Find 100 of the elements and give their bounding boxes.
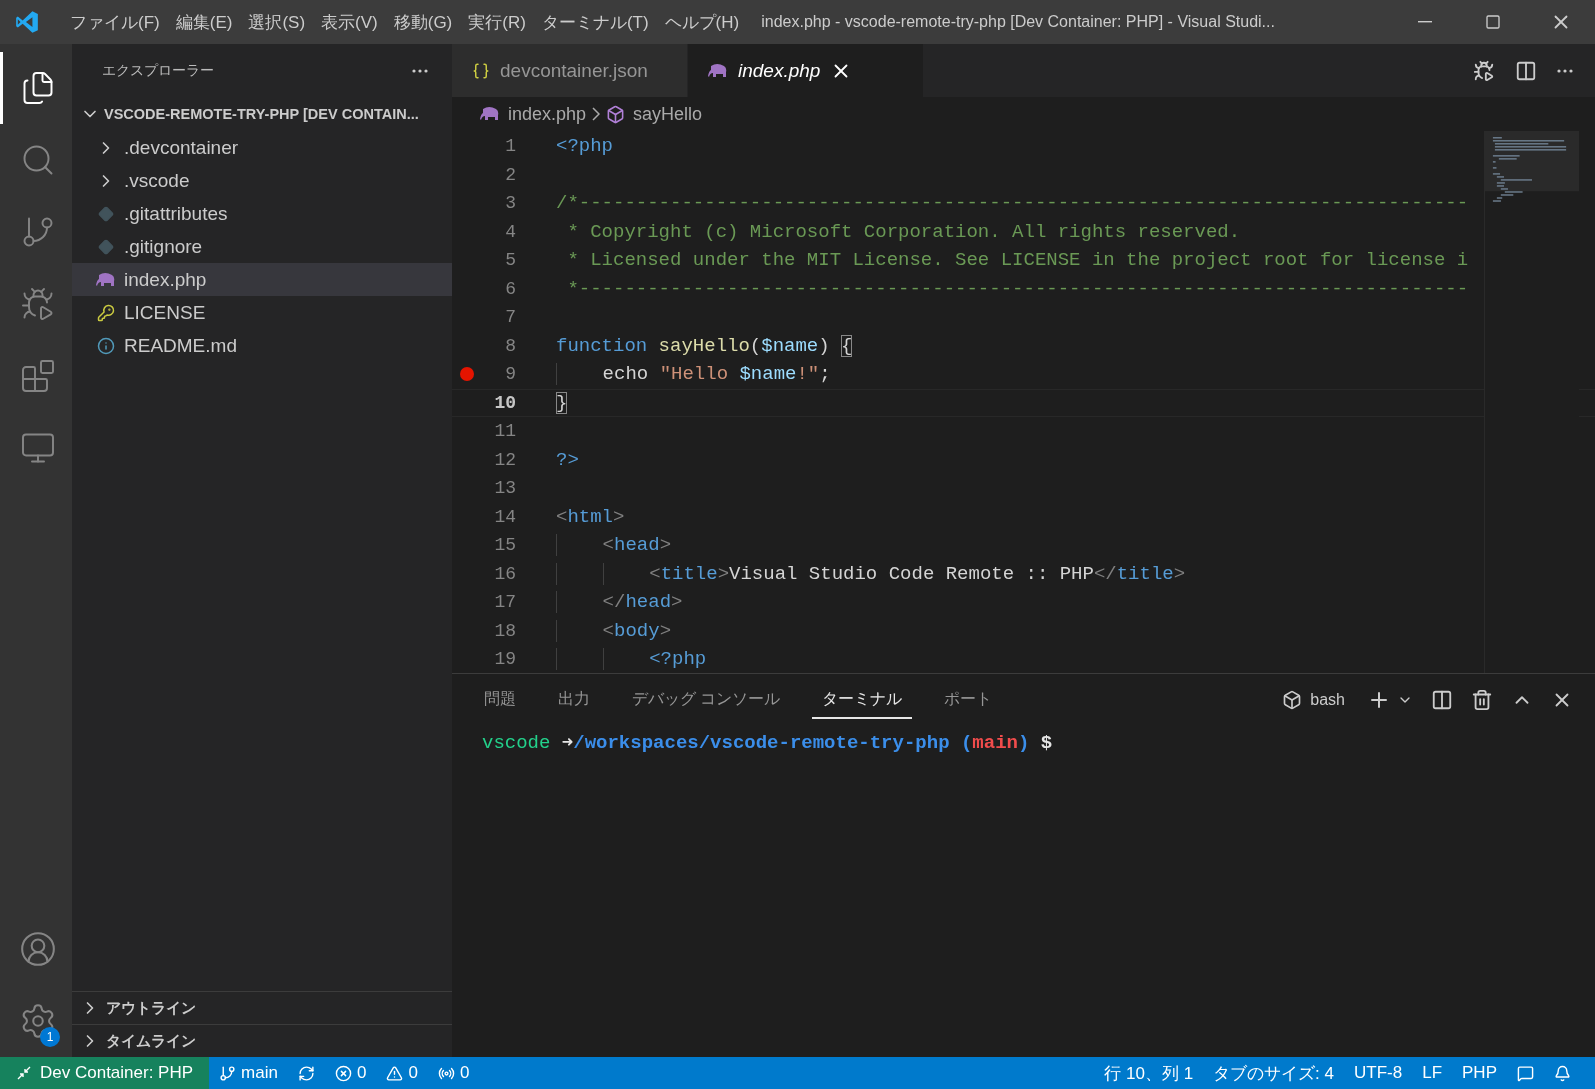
ellipsis-icon — [412, 68, 428, 73]
diamond-icon — [98, 238, 114, 255]
terminal-prompt: vscode ➜/workspaces/vscode-remote-try-php (main) $ — [482, 731, 1054, 754]
panel-tab[interactable]: ポート — [934, 681, 1003, 719]
line-number: 2 — [504, 164, 516, 185]
bug-play-icon — [1473, 59, 1495, 82]
code-text: <html> — [556, 505, 625, 528]
maximize-icon — [1485, 14, 1501, 30]
cube-icon — [1282, 690, 1303, 710]
line-number: 12 — [493, 449, 516, 470]
menu-item[interactable]: ターミナル(T) — [533, 10, 657, 34]
line-number: 9 — [504, 364, 516, 385]
key-icon — [97, 303, 115, 322]
line-number: 14 — [493, 506, 516, 527]
code-text: </head> — [556, 591, 683, 614]
chevron-right-icon — [592, 107, 601, 121]
menu-item[interactable]: 選択(S) — [240, 10, 314, 34]
code-text: echo "Hello $name!"; — [556, 363, 831, 386]
ellipsis-icon — [1557, 68, 1573, 73]
line-number: 1 — [504, 136, 516, 157]
minimize-icon — [1418, 21, 1432, 23]
info-icon — [97, 336, 115, 355]
line-number: 18 — [493, 620, 516, 641]
elephant-icon — [708, 62, 728, 79]
sync-icon — [297, 1064, 315, 1082]
tree-item[interactable]: LICENSE — [72, 296, 452, 329]
tree-item[interactable]: README.md — [72, 329, 452, 362]
status-item[interactable]: main — [209, 1057, 288, 1089]
tree-item[interactable]: index.php — [72, 263, 452, 296]
split-icon — [1431, 689, 1453, 711]
status-item[interactable]: 0 — [324, 1057, 377, 1089]
tree-item[interactable]: .devcontainer — [72, 131, 452, 164]
breadcrumb-item[interactable]: sayHello — [606, 103, 703, 125]
line-number: 17 — [493, 592, 516, 613]
folder-name: VSCODE-REMOTE-TRY-PHP [DEV CONTAIN... — [104, 106, 419, 122]
line-number: 11 — [493, 421, 516, 442]
code-text: <body> — [556, 619, 672, 642]
panel-tab[interactable]: 問題 — [474, 681, 526, 719]
status-item[interactable]: タブのサイズ: 4 — [1203, 1057, 1344, 1089]
status-item[interactable]: PHP — [1452, 1057, 1507, 1089]
code-text: ?> — [556, 448, 579, 471]
menu-item[interactable]: 実行(R) — [460, 10, 534, 34]
line-number: 19 — [493, 649, 516, 670]
code-text: * Licensed under the MIT License. See LICENSE in the project root for license i — [566, 249, 1469, 272]
elephant-icon — [96, 271, 116, 288]
code-text: * Copyright (c) Microsoft Corporation. All rights reserved. — [566, 220, 1241, 243]
braces-icon — [472, 61, 490, 80]
section-header[interactable]: アウトライン — [72, 991, 452, 1024]
bell-icon — [1554, 1064, 1571, 1082]
editor-tab[interactable]: devcontainer.json — [452, 44, 688, 97]
code-text: <head> — [556, 534, 672, 557]
line-number: 7 — [504, 307, 516, 328]
remote-indicator[interactable]: Dev Container: PHP — [0, 1057, 210, 1089]
menu-item[interactable]: 編集(E) — [167, 10, 241, 34]
code-text: } — [556, 391, 568, 414]
app-logo-icon — [14, 9, 40, 35]
panel-tab[interactable]: デバッグ コンソール — [622, 681, 791, 719]
split-icon — [1515, 59, 1537, 82]
line-number: 6 — [504, 278, 516, 299]
branch-icon — [219, 1064, 237, 1082]
account-icon — [18, 930, 57, 968]
status-item[interactable]: UTF-8 — [1344, 1057, 1413, 1089]
status-item[interactable]: LF — [1412, 1057, 1453, 1089]
warning-icon — [386, 1064, 404, 1082]
feedback-icon — [1517, 1064, 1534, 1082]
menu-item[interactable]: 表示(V) — [313, 10, 386, 34]
status-item[interactable]: 0 — [376, 1057, 428, 1089]
line-number: 8 — [504, 335, 516, 356]
tree-item[interactable]: .gitignore — [72, 230, 452, 263]
panel-tab[interactable]: ターミナル — [812, 681, 913, 719]
status-item[interactable]: 行 10、列 1 — [1094, 1057, 1204, 1089]
editor-tab[interactable]: index.php — [688, 44, 924, 97]
elephant-icon — [480, 106, 500, 122]
code-text: function sayHello($name) { — [556, 334, 853, 357]
trash-icon — [1471, 689, 1493, 711]
diamond-icon — [98, 205, 114, 222]
sidebar-title: エクスプローラー — [102, 61, 214, 80]
code-text: <?php — [556, 135, 613, 158]
panel-tab[interactable]: 出力 — [548, 681, 600, 719]
tree-item[interactable]: .gitattributes — [72, 197, 452, 230]
line-number: 5 — [504, 250, 516, 271]
menu-item[interactable]: ファイル(F) — [62, 10, 168, 34]
tree-item[interactable]: .vscode — [72, 164, 452, 197]
folder-header[interactable]: VSCODE-REMOTE-TRY-PHP [DEV CONTAIN... — [72, 97, 452, 131]
breakpoint-dot[interactable] — [460, 367, 474, 382]
menu-item[interactable]: ヘルプ(H) — [656, 10, 748, 34]
notification-badge: 1 — [40, 1027, 60, 1047]
line-number: 3 — [504, 193, 516, 214]
terminal-shell-button[interactable]: bash — [1276, 689, 1351, 711]
code-text: *------------------------------------------------------------------------------ — [566, 277, 1469, 300]
line-number: 4 — [504, 221, 516, 242]
cube-icon — [606, 104, 626, 124]
line-number: 15 — [493, 535, 516, 556]
status-item[interactable]: 0 — [427, 1057, 480, 1089]
activity-bar-button[interactable]: 1 — [0, 985, 72, 1057]
blocks-icon — [19, 358, 56, 394]
breadcrumb-item[interactable]: index.php — [480, 103, 587, 125]
menu-item[interactable]: 移動(G) — [385, 10, 461, 34]
window-title: index.php - vscode-remote-try-php [Dev Container: PHP] - Visual Studi... — [761, 13, 1276, 31]
code-text: <title>Visual Studio Code Remote :: PHP</title> — [556, 562, 1186, 585]
